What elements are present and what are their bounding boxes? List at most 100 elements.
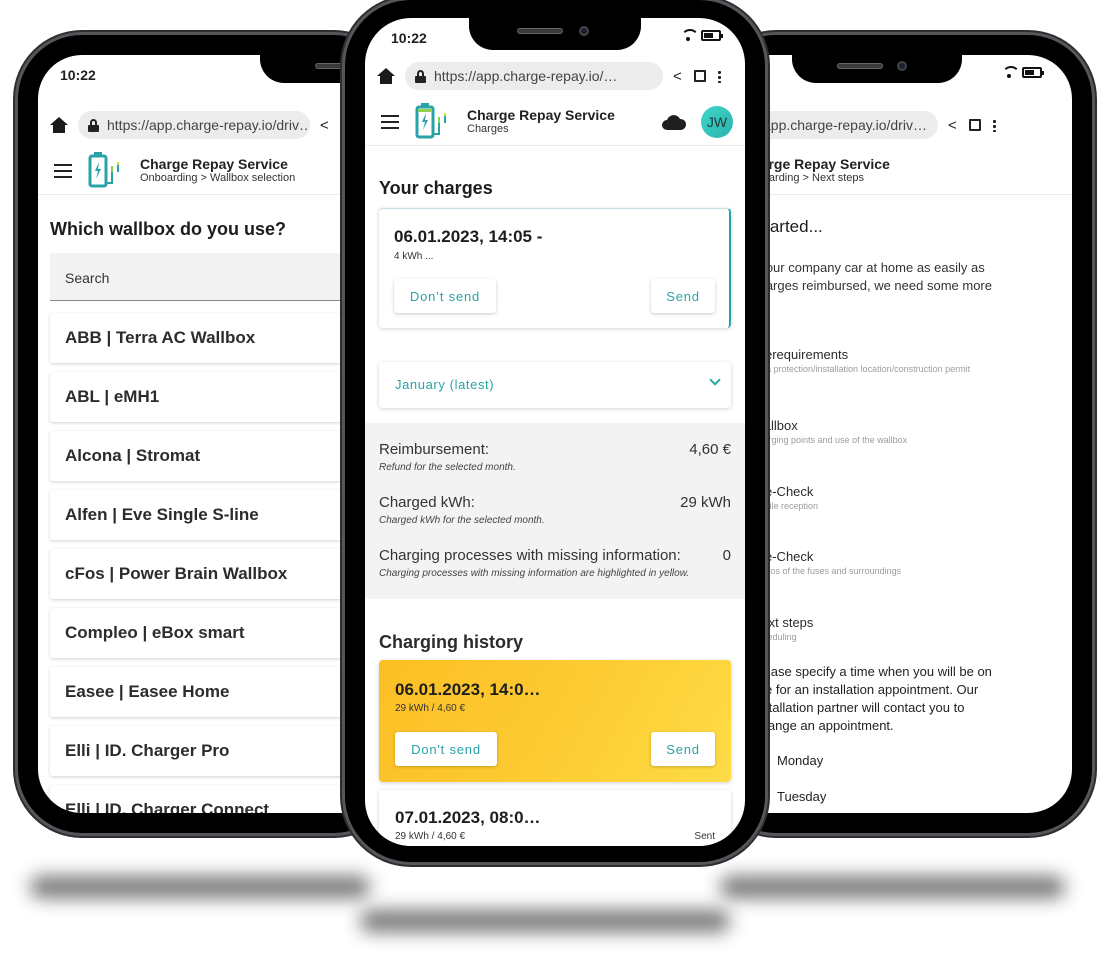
stat-row: Reimbursement: 4,60 € Refund for the selec… [379, 441, 731, 473]
wallbox-option[interactable]: Easee | Easee Home [50, 667, 360, 717]
home-icon[interactable] [50, 117, 68, 133]
app-title: Charge Repay Service [467, 107, 615, 123]
your-charges-heading: Your charges [379, 178, 493, 198]
browser-url-bar: https://app.charge-repay.io/driv… < [38, 105, 398, 145]
stat-label: Reimbursement: [379, 441, 490, 458]
step-subtitle: Mobile reception [752, 501, 819, 511]
battery-icon [701, 29, 723, 41]
chevron-down-icon [709, 374, 721, 386]
screen-next-steps: 10:22 https://app.charge-repay.io/driv… … [712, 55, 1072, 813]
wallbox-option[interactable]: Compleo | eBox smart [50, 608, 360, 658]
wallbox-option[interactable]: Elli | ID. Charger Pro [50, 726, 360, 776]
send-button[interactable]: Send [651, 732, 715, 766]
phone-shadow-left [30, 876, 370, 898]
share-icon[interactable]: < [320, 117, 329, 134]
history-item: 07.01.2023, 08:0… 29 kWh / 4,60 € Sent [379, 790, 731, 846]
browser-url-bar: https://app.charge-repay.io/… < [365, 56, 745, 96]
phone-center: 10:22 https://app.charge-repay.io/… < Ch… [345, 0, 765, 862]
menu-icon[interactable] [381, 114, 399, 129]
breadcrumb: Onboarding > Wallbox selection [140, 172, 296, 184]
search-input[interactable]: Search [50, 253, 360, 301]
stat-row: Charged kWh: 29 kWh Charged kWh for the se… [379, 494, 731, 526]
stat-hint: Charging processes with missing informat… [379, 568, 690, 579]
step-subtitle: Charging points and use of the wallbox [752, 435, 908, 445]
app-bar: Charge Repay Service Charges JW [365, 98, 745, 146]
more-icon[interactable] [717, 69, 721, 83]
history-date: 07.01.2023, 08:0… [395, 808, 541, 827]
month-select-value: January (latest) [395, 377, 495, 392]
stat-hint: Charged kWh for the selected month. [379, 515, 545, 526]
more-icon[interactable] [992, 118, 996, 132]
step-subtitle: Photos of the fuses and surroundings [752, 566, 902, 576]
pending-charge-card: 06.01.2023, 14:05 - 4 kWh ... Don’t send… [379, 208, 731, 328]
screen-charges: 10:22 https://app.charge-repay.io/… < Ch… [365, 18, 745, 846]
history-item: 06.01.2023, 14:0… 29 kWh / 4,60 € Don't … [379, 660, 731, 782]
pending-charge-date: 06.01.2023, 14:05 - [394, 227, 543, 246]
history-date: 06.01.2023, 14:0… [395, 680, 541, 699]
app-bar: Charge Repay Service Onboarding > Wallbo… [38, 147, 398, 195]
avatar[interactable]: JW [701, 105, 733, 138]
stat-row: Charging processes with missing informat… [379, 547, 731, 579]
wallbox-option[interactable]: Elli | ID. Charger Connect [50, 785, 360, 813]
dont-send-button[interactable]: Don't send [395, 732, 497, 766]
cloud-icon[interactable] [661, 113, 687, 131]
url-field[interactable]: https://app.charge-repay.io/… [405, 62, 663, 90]
history-detail: 29 kWh / 4,60 € [395, 703, 466, 714]
wifi-icon [681, 29, 699, 41]
share-icon[interactable]: < [673, 68, 682, 85]
browser-url-bar: https://app.charge-repay.io/driv… < [712, 105, 1072, 145]
history-status: Sent [694, 831, 715, 842]
url-text: https://app.charge-repay.io/driv… [107, 117, 310, 133]
wallbox-option[interactable]: Alfen | Eve Single S-line [50, 490, 360, 540]
step-subtitle: Data protection/installation location/co… [752, 364, 971, 374]
pending-charge-detail: 4 kWh ... [394, 251, 434, 262]
history-detail: 29 kWh / 4,60 € [395, 831, 466, 842]
search-placeholder: Search [65, 270, 110, 286]
stat-hint: Refund for the selected month. [379, 462, 516, 473]
app-title: Charge Repay Service [140, 156, 288, 172]
screen-wallbox-selection: 10:22 https://app.charge-repay.io/driv… … [38, 55, 398, 813]
send-button[interactable]: Send [651, 279, 715, 313]
menu-icon[interactable] [54, 163, 72, 178]
day-label: Monday [777, 753, 824, 768]
status-time: 10:22 [60, 67, 96, 83]
step-title: Prerequirements [752, 347, 849, 362]
wallbox-option[interactable]: ABL | eMH1 [50, 372, 360, 422]
lock-icon [415, 69, 426, 83]
wallbox-option[interactable]: Alcona | Stromat [50, 431, 360, 481]
dont-send-button[interactable]: Don’t send [394, 279, 496, 313]
wallbox-option[interactable]: ABB | Terra AC Wallbox [50, 313, 360, 363]
notch [792, 55, 962, 83]
app-bar: Charge Repay Service Onboarding > Next s… [712, 147, 1072, 195]
logo-icon [88, 151, 119, 187]
schedule-text: Please specify a time when you will be o… [752, 664, 992, 733]
stat-value: 0 [722, 547, 731, 564]
stat-value: 4,60 € [689, 441, 731, 458]
phone-right: 10:22 https://app.charge-repay.io/driv… … [712, 35, 1092, 833]
battery-icon [1022, 66, 1044, 78]
wallbox-option[interactable]: cFos | Power Brain Wallbox [50, 549, 360, 599]
tabs-icon[interactable] [693, 70, 706, 82]
lock-icon [88, 118, 99, 132]
status-time: 10:22 [391, 30, 427, 46]
monthly-stats: Reimbursement: 4,60 € Refund for the selec… [365, 423, 745, 599]
month-select[interactable]: January (latest) [379, 362, 731, 408]
url-field[interactable]: https://app.charge-repay.io/driv… [78, 111, 310, 139]
stat-label: Charging processes with missing informat… [379, 547, 681, 564]
breadcrumb: Charges [467, 123, 509, 135]
share-icon[interactable]: < [948, 117, 957, 134]
tabs-icon[interactable] [968, 119, 981, 131]
charging-history-heading: Charging history [379, 632, 524, 652]
phone-shadow-right [720, 876, 1065, 898]
stat-label: Charged kWh: [379, 494, 475, 511]
phone-left: 10:22 https://app.charge-repay.io/driv… … [18, 35, 398, 833]
phone-shadow-center [360, 910, 730, 932]
page-heading: Which wallbox do you use? [50, 219, 287, 239]
step-subtitle: Scheduling [752, 632, 797, 642]
logo-icon [415, 102, 446, 138]
home-icon[interactable] [377, 68, 395, 84]
day-label: Tuesday [777, 789, 827, 804]
url-text: https://app.charge-repay.io/… [434, 68, 618, 84]
notch [469, 18, 641, 50]
wifi-icon [1002, 66, 1020, 78]
